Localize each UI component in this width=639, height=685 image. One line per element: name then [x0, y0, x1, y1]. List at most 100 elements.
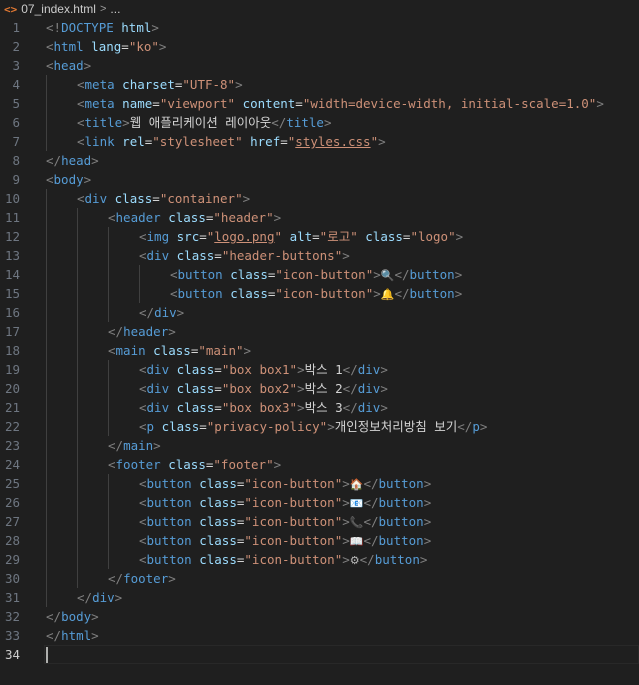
- line-number: 30: [4, 571, 20, 586]
- code-text: <head>: [46, 58, 92, 73]
- indent-guide: [108, 227, 109, 246]
- indent-guide: [46, 189, 47, 208]
- breadcrumb-symbols[interactable]: ...: [110, 2, 120, 16]
- code-line[interactable]: 17 </header>: [0, 322, 639, 341]
- code-text: <button class="icon-button">🔍</button>: [170, 267, 463, 282]
- indent-guide: [77, 398, 78, 417]
- code-line[interactable]: 10 <div class="container">: [0, 189, 639, 208]
- line-number: 15: [4, 286, 20, 301]
- code-line[interactable]: 33 </html>: [0, 626, 639, 645]
- line-number: 20: [4, 381, 20, 396]
- indent-guide: [46, 493, 47, 512]
- code-line[interactable]: 4 <meta charset="UTF-8">: [0, 75, 639, 94]
- code-line[interactable]: 6 <title>웹 애플리케이션 레이아웃</title>: [0, 113, 639, 132]
- line-number: 3: [12, 58, 20, 73]
- indent-guide: [46, 303, 47, 322]
- code-text: <div class="box box2">박스 2</div>: [139, 381, 388, 396]
- indent-guide: [77, 550, 78, 569]
- code-text: <button class="icon-button">📞</button>: [139, 514, 432, 529]
- code-text: <div class="container">: [77, 191, 251, 206]
- breadcrumb: <> 07_index.html > ...: [0, 0, 639, 18]
- line-number: 23: [4, 438, 20, 453]
- code-text: </body>: [46, 609, 99, 624]
- code-text: <div class="header-buttons">: [139, 248, 350, 263]
- line-number: 17: [4, 324, 20, 339]
- indent-guide: [46, 132, 47, 151]
- code-line[interactable]: 12 <img src="logo.png" alt="로고" class="lo…: [0, 227, 639, 246]
- code-line[interactable]: 15 <button class="icon-button">🔔</button>: [0, 284, 639, 303]
- indent-guide: [108, 360, 109, 379]
- indent-guide: [46, 531, 47, 550]
- indent-guide: [77, 569, 78, 588]
- indent-guide: [77, 227, 78, 246]
- line-number: 5: [12, 96, 20, 111]
- code-line[interactable]: 20 <div class="box box2">박스 2</div>: [0, 379, 639, 398]
- indent-guide: [108, 303, 109, 322]
- indent-guide: [46, 94, 47, 113]
- indent-guide: [77, 303, 78, 322]
- code-text: <img src="logo.png" alt="로고" class="logo…: [139, 229, 464, 244]
- indent-guide: [108, 265, 109, 284]
- html-file-icon: <>: [4, 2, 18, 16]
- indent-guide: [46, 588, 47, 607]
- code-text: </html>: [46, 628, 99, 643]
- line-number: 8: [12, 153, 20, 168]
- line-number: 34: [4, 647, 20, 662]
- indent-guide: [46, 455, 47, 474]
- line-number: 21: [4, 400, 20, 415]
- code-line[interactable]: 11 <header class="header">: [0, 208, 639, 227]
- code-line[interactable]: 22 <p class="privacy-policy">개인정보처리방침 보기<…: [0, 417, 639, 436]
- code-line[interactable]: 19 <div class="box box1">박스 1</div>: [0, 360, 639, 379]
- code-text: [46, 645, 48, 664]
- line-number: 33: [4, 628, 20, 643]
- code-line[interactable]: 13 <div class="header-buttons">: [0, 246, 639, 265]
- indent-guide: [46, 512, 47, 531]
- code-line[interactable]: 21 <div class="box box3">박스 3</div>: [0, 398, 639, 417]
- indent-guide: [77, 417, 78, 436]
- code-line[interactable]: 32 </body>: [0, 607, 639, 626]
- line-number: 24: [4, 457, 20, 472]
- indent-guide: [77, 360, 78, 379]
- code-line[interactable]: 27 <button class="icon-button">📞</button>: [0, 512, 639, 531]
- code-line[interactable]: 14 <button class="icon-button">🔍</button>: [0, 265, 639, 284]
- indent-guide: [108, 398, 109, 417]
- line-number: 10: [4, 191, 20, 206]
- code-line[interactable]: 9 <body>: [0, 170, 639, 189]
- code-text: <p class="privacy-policy">개인정보처리방침 보기</p…: [139, 419, 488, 434]
- code-line[interactable]: 34: [0, 645, 639, 664]
- code-line[interactable]: 5 <meta name="viewport" content="width=de…: [0, 94, 639, 113]
- code-line[interactable]: 25 <button class="icon-button">🏠</button>: [0, 474, 639, 493]
- indent-guide: [77, 512, 78, 531]
- code-line[interactable]: 26 <button class="icon-button">📧</button>: [0, 493, 639, 512]
- code-line[interactable]: 3 <head>: [0, 56, 639, 75]
- code-line[interactable]: 28 <button class="icon-button">📖</button>: [0, 531, 639, 550]
- indent-guide: [77, 265, 78, 284]
- indent-guide: [46, 474, 47, 493]
- code-line[interactable]: 8 </head>: [0, 151, 639, 170]
- code-text: <body>: [46, 172, 92, 187]
- breadcrumb-file[interactable]: 07_index.html: [21, 2, 96, 16]
- code-editor[interactable]: 1 <!DOCTYPE html> 2 <html lang="ko"> 3 <head>…: [0, 18, 639, 664]
- code-line[interactable]: 31 </div>: [0, 588, 639, 607]
- text-cursor: [46, 647, 48, 664]
- line-number: 6: [12, 115, 20, 130]
- code-line[interactable]: 24 <footer class="footer">: [0, 455, 639, 474]
- code-line[interactable]: 1 <!DOCTYPE html>: [0, 18, 639, 37]
- indent-guide: [77, 436, 78, 455]
- line-number: 13: [4, 248, 20, 263]
- line-number: 19: [4, 362, 20, 377]
- indent-guide: [46, 75, 47, 94]
- indent-guide: [108, 512, 109, 531]
- code-text: <button class="icon-button">🏠</button>: [139, 476, 432, 491]
- indent-guide: [108, 550, 109, 569]
- code-line[interactable]: 23 </main>: [0, 436, 639, 455]
- indent-guide: [77, 474, 78, 493]
- code-line[interactable]: 7 <link rel="stylesheet" href="styles.css…: [0, 132, 639, 151]
- code-text: <button class="icon-button">📧</button>: [139, 495, 432, 510]
- indent-guide: [77, 531, 78, 550]
- code-line[interactable]: 18 <main class="main">: [0, 341, 639, 360]
- code-line[interactable]: 30 </footer>: [0, 569, 639, 588]
- code-line[interactable]: 2 <html lang="ko">: [0, 37, 639, 56]
- code-line[interactable]: 16 </div>: [0, 303, 639, 322]
- code-line[interactable]: 29 <button class="icon-button">⚙</button>: [0, 550, 639, 569]
